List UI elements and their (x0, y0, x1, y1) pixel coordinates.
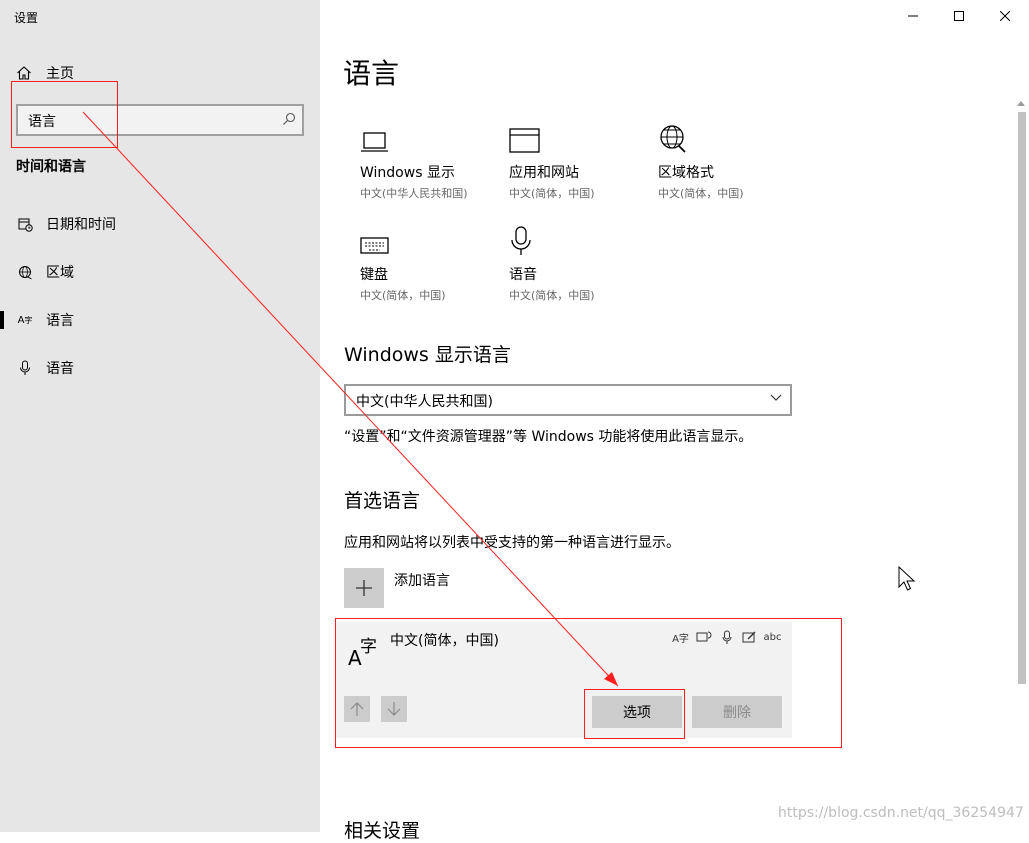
language-list-item[interactable]: A 字 中文(简体，中国) A字 abc 选项 删除 (336, 622, 792, 738)
tile-label: 区域格式 (658, 165, 714, 181)
home-nav-item[interactable]: 主页 (16, 63, 74, 83)
close-icon (1000, 11, 1010, 21)
move-up-button[interactable] (344, 696, 370, 722)
tile-windows-display[interactable]: Windows 显示 中文(中华人民共和国) (360, 122, 510, 201)
sidebar-item-label: 日期和时间 (46, 217, 116, 233)
search-input[interactable]: 语言 (16, 104, 304, 136)
display-language-icon: A字 (672, 633, 689, 645)
arrow-down-icon (387, 702, 401, 716)
window-icon (509, 122, 659, 154)
dropdown-value: 中文(中华人民共和国) (356, 394, 493, 410)
language-icon: A 字 (348, 637, 377, 670)
chevron-down-icon (770, 394, 782, 401)
tile-subtitle: 中文(简体，中国) (360, 289, 446, 302)
options-button[interactable]: 选项 (592, 696, 682, 728)
tile-speech[interactable]: 语音 中文(简体，中国) (509, 224, 659, 303)
preferred-languages-description: 应用和网站将以列表中受支持的第一种语言进行显示。 (344, 535, 680, 551)
tile-label: Windows 显示 (360, 165, 455, 181)
sidebar-item-region[interactable]: 区域 (0, 254, 320, 290)
add-language-label[interactable]: 添加语言 (394, 570, 450, 590)
page-title: 语言 (343, 57, 400, 90)
sidebar-item-language[interactable]: A字 语言 (0, 302, 320, 338)
tile-subtitle: 中文(简体，中国) (509, 187, 595, 200)
close-button[interactable] (982, 0, 1028, 32)
home-icon (17, 66, 31, 80)
minimize-button[interactable] (890, 0, 936, 32)
caret-up-icon (1017, 100, 1025, 106)
mouse-cursor-icon (898, 566, 916, 591)
maximize-button[interactable] (936, 0, 982, 32)
arrow-up-icon (350, 702, 364, 716)
keyboard-icon (360, 224, 510, 256)
language-icon: A字 (17, 314, 33, 326)
tile-regional-format[interactable]: 区域格式 中文(简体，中国) (658, 122, 808, 201)
watermark: https://blog.csdn.net/qq_36254947 (778, 805, 1024, 821)
microphone-icon (509, 224, 659, 256)
speech-icon (694, 628, 713, 646)
sidebar: 设置 主页 语言 时间和语言 日期和时间 区域 A字 语言 语音 (0, 0, 320, 832)
section-title: 时间和语言 (16, 159, 86, 175)
tile-label: 键盘 (360, 267, 388, 283)
maximize-icon (954, 11, 964, 21)
scrollbar-thumb[interactable] (1018, 112, 1026, 684)
tile-subtitle: 中文(简体，中国) (509, 289, 595, 302)
window-title: 设置 (14, 11, 39, 25)
tile-label: 应用和网站 (509, 165, 579, 181)
calendar-clock-icon (16, 217, 34, 232)
search-icon[interactable] (282, 112, 296, 126)
handwriting-icon (740, 628, 759, 646)
laptop-icon (360, 122, 510, 154)
sidebar-item-speech[interactable]: 语音 (0, 350, 320, 386)
add-language-button[interactable] (344, 568, 384, 608)
sidebar-item-label: 语音 (46, 361, 74, 377)
search-input-value: 语言 (28, 114, 56, 130)
spelling-icon: abc (763, 631, 782, 643)
globe-settings-icon (658, 122, 808, 154)
home-label: 主页 (46, 66, 74, 82)
globe-icon (16, 265, 34, 280)
display-language-heading: Windows 显示语言 (344, 344, 511, 366)
sidebar-item-label: 语言 (46, 313, 74, 329)
language-name: 中文(简体，中国) (390, 633, 499, 649)
preferred-languages-heading: 首选语言 (344, 490, 421, 512)
remove-button[interactable]: 删除 (692, 696, 782, 728)
display-language-description: “设置”和“文件资源管理器”等 Windows 功能将使用此语言显示。 (344, 429, 753, 445)
sidebar-item-label: 区域 (46, 265, 74, 281)
tile-apps-websites[interactable]: 应用和网站 中文(简体，中国) (509, 122, 659, 201)
tile-subtitle: 中文(简体，中国) (658, 187, 744, 200)
language-features: A字 abc (671, 628, 782, 646)
tile-label: 语音 (509, 267, 537, 283)
voice-recognition-icon (717, 628, 736, 646)
related-settings-heading: 相关设置 (344, 820, 421, 842)
sidebar-item-date-time[interactable]: 日期和时间 (0, 206, 320, 242)
move-down-button[interactable] (381, 696, 407, 722)
tile-subtitle: 中文(中华人民共和国) (360, 187, 468, 200)
microphone-icon (16, 360, 34, 376)
scroll-up-button[interactable] (1015, 96, 1027, 110)
minimize-icon (908, 15, 918, 17)
display-language-dropdown[interactable]: 中文(中华人民共和国) (344, 384, 792, 416)
plus-icon (356, 580, 372, 596)
tile-keyboard[interactable]: 键盘 中文(简体，中国) (360, 224, 510, 303)
